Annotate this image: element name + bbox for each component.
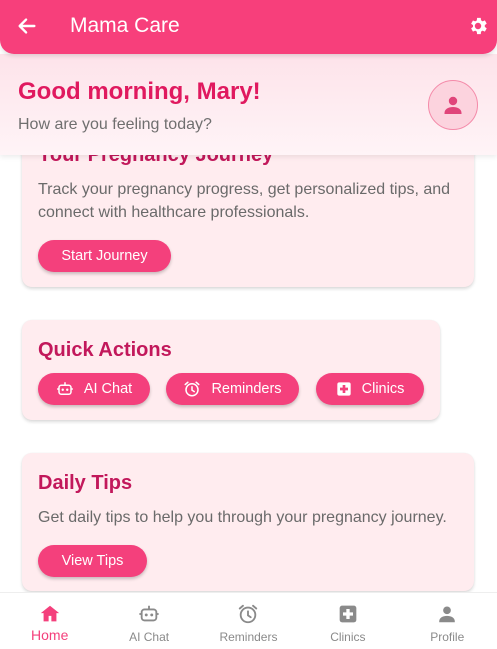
start-journey-label: Start Journey (61, 248, 148, 264)
medical-cross-icon (336, 381, 352, 397)
clinics-label: Clinics (361, 381, 405, 397)
gear-icon (467, 15, 489, 37)
person-icon (436, 603, 458, 625)
journey-card-text: Track your pregnancy progress, get perso… (38, 181, 451, 221)
daily-tips-card: Daily Tips Get daily tips to help you th… (22, 453, 474, 591)
alarm-icon (237, 603, 259, 625)
ai-chat-button[interactable]: AI Chat (38, 373, 150, 405)
quick-actions-title: Quick Actions (38, 339, 172, 361)
app-title: Mama Care (70, 14, 180, 37)
view-tips-button[interactable]: View Tips (38, 545, 147, 577)
reminders-label: Reminders (211, 381, 282, 397)
nav-home[interactable]: Home (0, 593, 99, 649)
home-icon (39, 603, 61, 625)
back-button[interactable] (12, 11, 42, 41)
clinics-button[interactable]: Clinics (316, 373, 424, 405)
settings-button[interactable] (464, 12, 492, 40)
person-icon (441, 93, 465, 117)
nav-clinics-label: Clinics (330, 630, 366, 644)
start-journey-button[interactable]: Start Journey (38, 240, 171, 272)
greeting-subtitle: How are you feeling today? (18, 116, 212, 133)
daily-tips-title: Daily Tips (38, 472, 133, 494)
app-screen: Your Pregnancy Journey Track your pregna… (0, 0, 497, 649)
reminders-button[interactable]: Reminders (166, 373, 299, 405)
nav-reminders-label: Reminders (219, 630, 278, 644)
profile-avatar[interactable] (428, 80, 478, 130)
alarm-icon (183, 380, 201, 398)
nav-reminders[interactable]: Reminders (199, 593, 298, 649)
robot-icon (56, 380, 74, 398)
nav-profile-label: Profile (430, 630, 465, 644)
daily-tips-text: Get daily tips to help you through your … (38, 509, 447, 526)
robot-icon (138, 603, 160, 625)
ai-chat-label: AI Chat (83, 381, 133, 397)
nav-ai-chat[interactable]: AI Chat (99, 593, 198, 649)
nav-clinics[interactable]: Clinics (298, 593, 397, 649)
nav-profile[interactable]: Profile (398, 593, 497, 649)
quick-actions-card: Quick Actions AI Chat Reminders Clinics (22, 320, 440, 420)
arrow-back-icon (16, 15, 38, 37)
app-bar: Mama Care (0, 0, 497, 54)
bottom-navigation: Home AI Chat Reminders Clinics Profile (0, 592, 497, 649)
greeting-header: Good morning, Mary! How are you feeling … (0, 54, 497, 155)
greeting-title: Good morning, Mary! (18, 78, 261, 105)
view-tips-label: View Tips (61, 553, 124, 569)
nav-home-label: Home (31, 627, 69, 643)
medical-cross-icon (337, 603, 359, 625)
nav-ai-chat-label: AI Chat (129, 630, 170, 644)
